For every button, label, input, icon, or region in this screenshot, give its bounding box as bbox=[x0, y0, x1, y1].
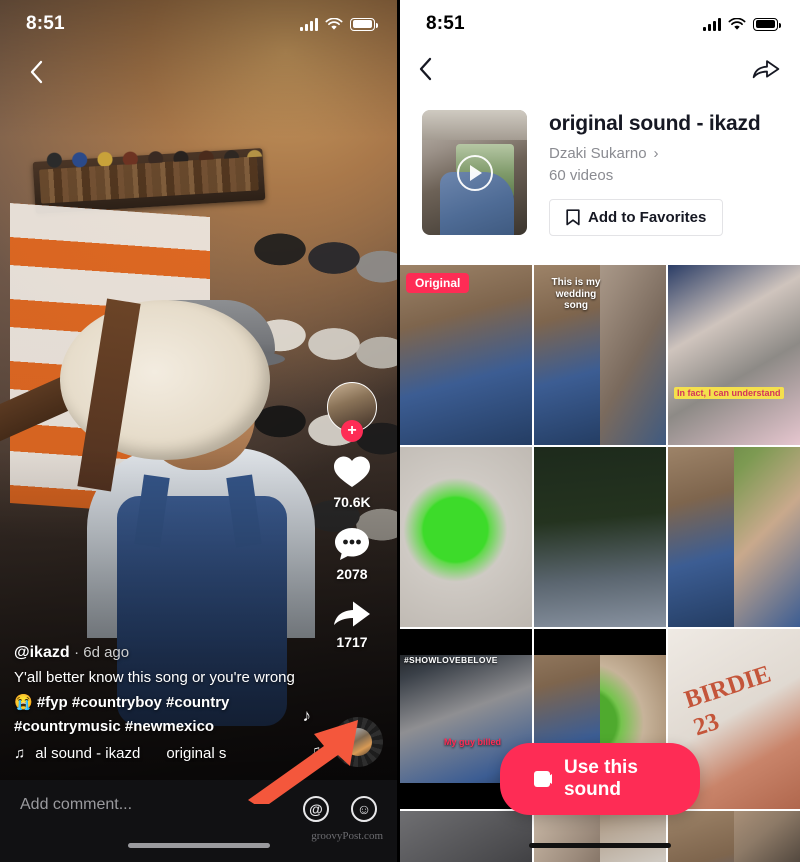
action-rail: + 70.6K 2078 1717 bbox=[317, 382, 387, 666]
caption-text: Y'all better know this song or you're wr… bbox=[14, 669, 295, 687]
sound-cover-thumbnail[interactable] bbox=[422, 110, 527, 235]
cell-split-right bbox=[668, 447, 734, 627]
sound-metadata: original sound - ikazd Dzaki Sukarno › 6… bbox=[549, 110, 761, 236]
caption-username-row[interactable]: @ikazd · 6d ago bbox=[14, 644, 314, 662]
caption-hashtags-line1[interactable]: 😭 #fyp #countryboy #country bbox=[14, 693, 314, 713]
cell-caption-text: My guy billed bbox=[444, 736, 502, 747]
right-phone-sound-page: 8:51 original sound - ikazd Dzaki Sukarn… bbox=[400, 0, 800, 862]
avatar[interactable]: + bbox=[327, 382, 377, 442]
sound-info-block: original sound - ikazd Dzaki Sukarno › 6… bbox=[422, 110, 780, 236]
cell-overlay-text: This is my wedding song bbox=[551, 277, 601, 311]
grid-cell-5[interactable] bbox=[534, 447, 666, 627]
like-count: 70.6K bbox=[333, 494, 371, 510]
status-icons bbox=[300, 17, 378, 31]
sound-video-count: 60 videos bbox=[549, 167, 614, 184]
grid-cell-10[interactable] bbox=[400, 811, 532, 862]
back-button-right[interactable] bbox=[418, 57, 432, 86]
grid-cell-2[interactable]: This is my wedding song bbox=[534, 265, 666, 445]
share-count: 1717 bbox=[336, 634, 368, 650]
use-this-sound-label: Use this sound bbox=[563, 757, 638, 800]
red-pointer-arrow bbox=[248, 720, 358, 804]
grid-cell-3[interactable]: In fact, I can understand bbox=[668, 265, 800, 445]
grid-cell-1[interactable]: Original bbox=[400, 265, 532, 445]
play-triangle-icon[interactable] bbox=[456, 154, 493, 191]
caption-timestamp: · 6d ago bbox=[74, 644, 130, 662]
caption-username: @ikazd bbox=[14, 644, 70, 662]
watermark: groovyPost.com bbox=[311, 830, 383, 842]
status-bar-left: 8:51 bbox=[0, 0, 397, 48]
comment-button[interactable]: 2078 bbox=[333, 526, 371, 582]
like-button[interactable]: 70.6K bbox=[332, 454, 372, 510]
signal-bars-icon bbox=[703, 17, 721, 31]
share-arrow-icon bbox=[752, 59, 780, 78]
music-marquee-text: al sound - ikazd bbox=[35, 745, 141, 762]
cell-thumbnail bbox=[400, 811, 532, 862]
status-time: 8:51 bbox=[26, 13, 65, 34]
share-arrow-icon bbox=[334, 601, 370, 627]
music-marquee-text-2: original s bbox=[166, 745, 227, 762]
left-phone-video-feed: 8:51 + 70.6K 2078 1717 ♪ ♫ @ikazd · 6d a… bbox=[0, 0, 400, 862]
sound-nav-row bbox=[400, 48, 800, 94]
status-time: 8:51 bbox=[426, 13, 465, 34]
cell-hashtag-overlay: #SHOWLOVEBELOVE bbox=[404, 655, 498, 665]
add-comment-input[interactable]: Add comment... bbox=[20, 796, 132, 814]
grid-cell-4[interactable] bbox=[400, 447, 532, 627]
use-this-sound-button[interactable]: Use this sound bbox=[500, 743, 700, 815]
bookmark-icon bbox=[566, 209, 580, 226]
home-indicator-left bbox=[127, 843, 270, 848]
back-button-left[interactable] bbox=[16, 52, 56, 92]
follow-button[interactable]: + bbox=[341, 420, 363, 442]
comment-count: 2078 bbox=[336, 566, 368, 582]
letterbox-top bbox=[534, 629, 666, 655]
chevron-left-icon bbox=[30, 60, 43, 84]
chevron-right-icon: › bbox=[653, 145, 659, 162]
home-indicator-right bbox=[529, 843, 671, 848]
wifi-icon bbox=[728, 17, 746, 30]
letterbox-top bbox=[400, 629, 532, 655]
status-icons bbox=[703, 17, 781, 31]
battery-icon bbox=[350, 17, 378, 31]
video-camera-icon bbox=[534, 771, 552, 787]
share-button[interactable]: 1717 bbox=[332, 598, 372, 650]
dual-phone-screenshot: 8:51 + 70.6K 2078 1717 ♪ ♫ @ikazd · 6d a… bbox=[0, 0, 800, 862]
cell-split-right bbox=[668, 811, 734, 862]
cell-thumbnail bbox=[400, 447, 532, 627]
comment-bubble-icon bbox=[335, 528, 369, 560]
sound-title: original sound - ikazd bbox=[549, 112, 761, 135]
add-to-favorites-button[interactable]: Add to Favorites bbox=[549, 199, 724, 236]
share-button-right[interactable] bbox=[752, 57, 780, 86]
sound-author-name: Dzaki Sukarno bbox=[549, 145, 647, 162]
cover-dashboard bbox=[422, 110, 527, 140]
signal-bars-icon bbox=[300, 17, 318, 31]
battery-icon bbox=[753, 17, 781, 31]
chevron-left-icon bbox=[419, 57, 432, 80]
cell-thumbnail bbox=[534, 447, 666, 627]
grid-cell-6[interactable] bbox=[668, 447, 800, 627]
status-bar-right: 8:51 bbox=[400, 0, 800, 48]
wifi-icon bbox=[325, 17, 343, 30]
grid-cell-11[interactable] bbox=[534, 811, 666, 862]
grid-cell-12[interactable] bbox=[668, 811, 800, 862]
cell-thumbnail bbox=[668, 265, 800, 445]
sound-author-row[interactable]: Dzaki Sukarno › bbox=[549, 145, 760, 162]
cell-split-right bbox=[534, 811, 600, 862]
heart-icon bbox=[334, 456, 370, 487]
cell-caption-text: In fact, I can understand bbox=[674, 386, 784, 399]
music-note-icon: ♫ bbox=[14, 745, 26, 762]
add-to-favorites-label: Add to Favorites bbox=[588, 209, 707, 226]
original-badge: Original bbox=[406, 273, 470, 293]
